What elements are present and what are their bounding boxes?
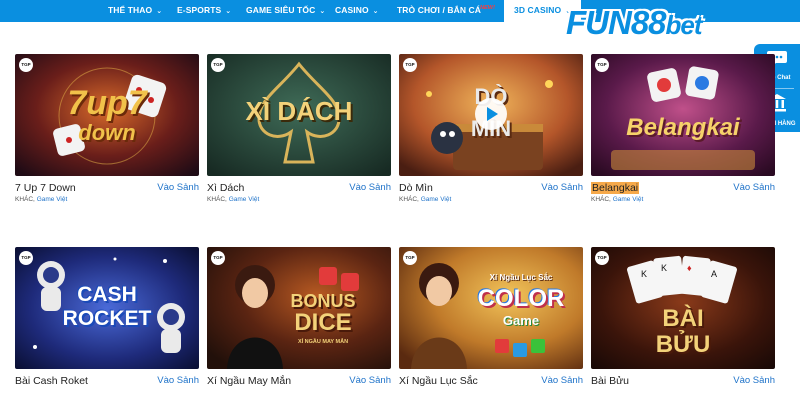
tag-link[interactable]: Game Việt: [37, 196, 68, 203]
new-badge: NEW!: [479, 5, 496, 11]
game-tags: KHÁC, Game Việt: [591, 196, 644, 203]
enter-lobby-link[interactable]: Vào Sảnh: [349, 182, 391, 193]
game-title[interactable]: Xí Ngầu May Mắn: [207, 375, 291, 387]
provider-badge: TGP: [595, 58, 609, 72]
nav-item-casino[interactable]: CASINO ⌄: [335, 0, 379, 22]
svg-text:♦: ♦: [687, 263, 692, 273]
game-thumbnail[interactable]: 7up7 down TGP: [15, 54, 199, 176]
tag-link[interactable]: Game Việt: [229, 196, 260, 203]
chevron-down-icon: ⌄: [372, 8, 379, 15]
fun88-logo[interactable]: FUN88bet: [566, 4, 800, 44]
nav-item-game-sieu-toc[interactable]: GAME SIÊU TỐC ⌄: [246, 0, 325, 22]
provider-badge: TGP: [19, 251, 33, 265]
svg-text:K: K: [661, 263, 667, 273]
provider-badge: TGP: [403, 251, 417, 265]
tag-link[interactable]: Game Việt: [421, 196, 452, 203]
enter-lobby-link[interactable]: Vào Sảnh: [733, 375, 775, 386]
game-card-bonus-dice[interactable]: BONUS DICE XÍ NGẦU MAY MẮN TGP Xí Ngầu M…: [207, 247, 391, 397]
play-icon[interactable]: [475, 98, 507, 130]
game-tags: KHÁC, Game Việt: [207, 196, 260, 203]
game-title[interactable]: Bài Cash Roket: [15, 375, 88, 387]
game-title[interactable]: Xí Ngầu Lục Sắc: [399, 375, 478, 387]
game-card-7up7down[interactable]: 7up7 down TGP 7 Up 7 Down Vào Sảnh KHÁC,…: [15, 54, 199, 204]
chevron-down-icon: ⌄: [225, 8, 232, 15]
chevron-down-icon: ⌄: [319, 8, 326, 15]
enter-lobby-link[interactable]: Vào Sảnh: [349, 375, 391, 386]
game-thumbnail[interactable]: KK ♦ A BÀI BỬU TGP: [591, 247, 775, 369]
nav-item-e-sports[interactable]: E-SPORTS ⌄: [177, 0, 231, 22]
nav-item-tro-choi-ban-ca[interactable]: TRÒ CHƠI / BẮN CÁ NEW!: [397, 0, 495, 22]
game-card-belangkai[interactable]: Belangkai TGP Belangkai Vào Sảnh KHÁC, G…: [591, 54, 775, 204]
enter-lobby-link[interactable]: Vào Sảnh: [733, 182, 775, 193]
game-thumbnail[interactable]: DÒ MÌN TGP: [399, 54, 583, 176]
game-title[interactable]: 7 Up 7 Down: [15, 182, 76, 194]
provider-badge: TGP: [211, 58, 225, 72]
provider-badge: TGP: [19, 58, 33, 72]
game-thumbnail[interactable]: CASH ROCKET TGP: [15, 247, 199, 369]
game-card-do-min[interactable]: DÒ MÌN TGP Dò Mìn Vào Sảnh KHÁC, Game Vi…: [399, 54, 583, 204]
provider-badge: TGP: [403, 58, 417, 72]
game-tags: KHÁC, Game Việt: [399, 196, 452, 203]
enter-lobby-link[interactable]: Vào Sảnh: [157, 375, 199, 386]
game-title[interactable]: Dò Mìn: [399, 182, 433, 194]
game-card-cash-rocket[interactable]: CASH ROCKET TGP Bài Cash Roket Vào Sảnh: [15, 247, 199, 397]
game-thumbnail[interactable]: XÌ DÁCH TGP: [207, 54, 391, 176]
game-thumbnail[interactable]: Belangkai TGP: [591, 54, 775, 176]
svg-text:K: K: [641, 269, 647, 279]
enter-lobby-link[interactable]: Vào Sảnh: [541, 375, 583, 386]
tag-link[interactable]: Game Việt: [613, 196, 644, 203]
game-title[interactable]: Bài Bửu: [591, 375, 629, 387]
game-thumbnail[interactable]: BONUS DICE XÍ NGẦU MAY MẮN TGP: [207, 247, 391, 369]
game-title[interactable]: Belangkai: [591, 182, 640, 194]
chevron-down-icon: ⌄: [156, 8, 163, 15]
game-tags: KHÁC, Game Việt: [15, 196, 68, 203]
game-card-bai-buu[interactable]: KK ♦ A BÀI BỬU TGP Bài Bửu Vào Sảnh: [591, 247, 775, 397]
provider-badge: TGP: [595, 251, 609, 265]
nav-item-the-thao[interactable]: THỂ THAO ⌄: [108, 0, 162, 22]
game-card-xi-dach[interactable]: XÌ DÁCH TGP Xì Dách Vào Sảnh KHÁC, Game …: [207, 54, 391, 204]
enter-lobby-link[interactable]: Vào Sảnh: [541, 182, 583, 193]
provider-badge: TGP: [211, 251, 225, 265]
svg-text:A: A: [711, 269, 717, 279]
game-thumbnail[interactable]: Xí Ngầu Lục Sắc COLOR Game TGP: [399, 247, 583, 369]
enter-lobby-link[interactable]: Vào Sảnh: [157, 182, 199, 193]
game-card-color-game[interactable]: Xí Ngầu Lục Sắc COLOR Game TGP Xí Ngầu L…: [399, 247, 583, 397]
game-title[interactable]: Xì Dách: [207, 182, 244, 194]
